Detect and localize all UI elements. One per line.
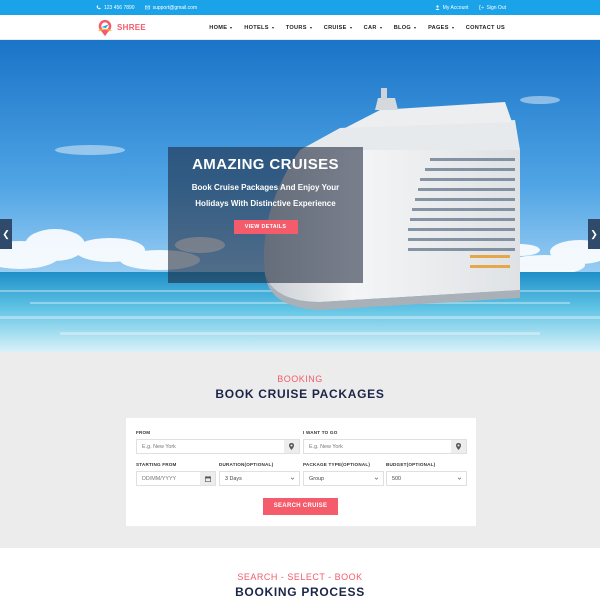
chevron-down-icon	[374, 477, 379, 480]
my-account-label: My Account	[442, 4, 469, 11]
menu-item-pages[interactable]: PAGES	[428, 25, 454, 31]
menu-label: PAGES	[428, 24, 449, 31]
calendar-icon	[200, 472, 215, 485]
sign-out-label: Sign Out	[486, 4, 506, 11]
menu-label: CONTACT US	[465, 24, 505, 31]
process-title: BOOKING PROCESS	[235, 585, 365, 599]
menu-item-hotels[interactable]: HOTELS	[244, 25, 274, 31]
hero-slider: AMAZING CRUISES Book Cruise Packages And…	[0, 40, 600, 352]
chevron-right-icon: ❯	[590, 228, 598, 239]
search-cruise-button[interactable]: SEARCH CRUISE	[263, 498, 338, 515]
menu-item-blog[interactable]: BLOG	[393, 24, 417, 31]
budget-select[interactable]: 500	[386, 471, 467, 486]
user-icon	[435, 5, 440, 10]
caret-down-icon	[230, 26, 233, 29]
start-date-placeholder: DD/MM/YYYY	[142, 475, 177, 482]
caret-down-icon	[414, 26, 417, 29]
from-placeholder: E.g. New York	[142, 443, 176, 450]
budget-value: 500	[392, 475, 401, 482]
budget-label: BUDGET(OPTIONAL)	[386, 462, 436, 467]
menu-item-contact-us[interactable]: CONTACT US	[466, 25, 505, 31]
email-contact[interactable]: support@gmail.com	[144, 4, 198, 11]
phone-contact[interactable]: 123 456 7890	[96, 5, 135, 11]
booking-section: BOOKING BOOK CRUISE PACKAGES FROM E.g. N…	[0, 352, 600, 548]
phone-text: 123 456 7890	[104, 4, 135, 11]
menu-label: CAR	[363, 24, 377, 31]
slider-next-button[interactable]: ❯	[588, 219, 600, 249]
package-type-select[interactable]: Group	[303, 471, 384, 486]
caret-down-icon	[349, 26, 352, 29]
menu-label: HOME	[209, 24, 228, 31]
booking-process-section: SEARCH - SELECT - BOOK BOOKING PROCESS	[0, 548, 600, 600]
view-details-button[interactable]: VIEW DETAILS	[233, 220, 298, 234]
chevron-down-icon	[290, 477, 295, 480]
menu-label: CRUISE	[323, 24, 347, 31]
email-text: support@gmail.com	[152, 4, 198, 11]
menu-item-home[interactable]: HOME	[209, 24, 233, 31]
sign-out-icon	[478, 5, 484, 10]
hero-caption: AMAZING CRUISES Book Cruise Packages And…	[168, 147, 363, 283]
main-menu: HOME HOTELS TOURS CRUISE CAR BLOG PAGES …	[209, 15, 505, 40]
package-type-value: Group	[309, 475, 324, 482]
menu-item-cruise[interactable]: CRUISE	[324, 25, 352, 31]
from-label: FROM	[136, 430, 151, 435]
logo-text: SHREE	[117, 23, 147, 32]
menu-label: TOURS	[285, 24, 307, 31]
envelope-icon	[144, 5, 150, 10]
to-input[interactable]: E.g. New York	[303, 439, 467, 454]
from-input[interactable]: E.g. New York	[136, 439, 300, 454]
start-date-input[interactable]: DD/MM/YYYY	[136, 471, 216, 486]
booking-subtitle: BOOKING	[277, 374, 323, 384]
caret-down-icon	[451, 26, 454, 29]
hero-text: Book Cruise Packages And Enjoy Your Holi…	[191, 183, 340, 208]
starting-from-label: STARTING FROM	[136, 462, 177, 467]
logo-icon	[98, 19, 112, 36]
map-marker-icon	[284, 440, 299, 453]
main-navbar: SHREE HOME HOTELS TOURS CRUISE CAR BLOG …	[0, 15, 600, 40]
duration-select[interactable]: 3 Days	[219, 471, 300, 486]
menu-item-car[interactable]: CAR	[364, 25, 382, 31]
sign-out-link[interactable]: Sign Out	[478, 4, 506, 11]
hero-title: AMAZING CRUISES	[192, 156, 339, 173]
chevron-left-icon: ❮	[2, 228, 10, 239]
menu-item-tours[interactable]: TOURS	[286, 25, 312, 31]
phone-icon	[96, 5, 101, 10]
caret-down-icon	[271, 26, 274, 29]
menu-label: HOTELS	[244, 24, 269, 31]
cruise-search-form: FROM E.g. New York I WANT TO GO E.g. New…	[126, 418, 476, 526]
chevron-down-icon	[457, 477, 462, 480]
top-bar: 123 456 7890 support@gmail.com My Accoun…	[0, 0, 600, 15]
duration-value: 3 Days	[225, 475, 242, 482]
map-marker-icon	[451, 440, 466, 453]
site-logo[interactable]: SHREE	[96, 18, 146, 37]
package-type-label: PACKAGE TYPE(OPTIONAL)	[303, 462, 371, 467]
to-placeholder: E.g. New York	[309, 443, 343, 450]
caret-down-icon	[379, 26, 382, 29]
booking-title: BOOK CRUISE PACKAGES	[215, 387, 385, 401]
menu-label: BLOG	[393, 24, 412, 31]
duration-label: DURATION(OPTIONAL)	[219, 462, 274, 467]
process-subtitle: SEARCH - SELECT - BOOK	[237, 572, 363, 582]
my-account-link[interactable]: My Account	[435, 5, 469, 11]
to-label: I WANT TO GO	[303, 430, 338, 435]
slider-prev-button[interactable]: ❮	[0, 219, 12, 249]
caret-down-icon	[309, 26, 312, 29]
